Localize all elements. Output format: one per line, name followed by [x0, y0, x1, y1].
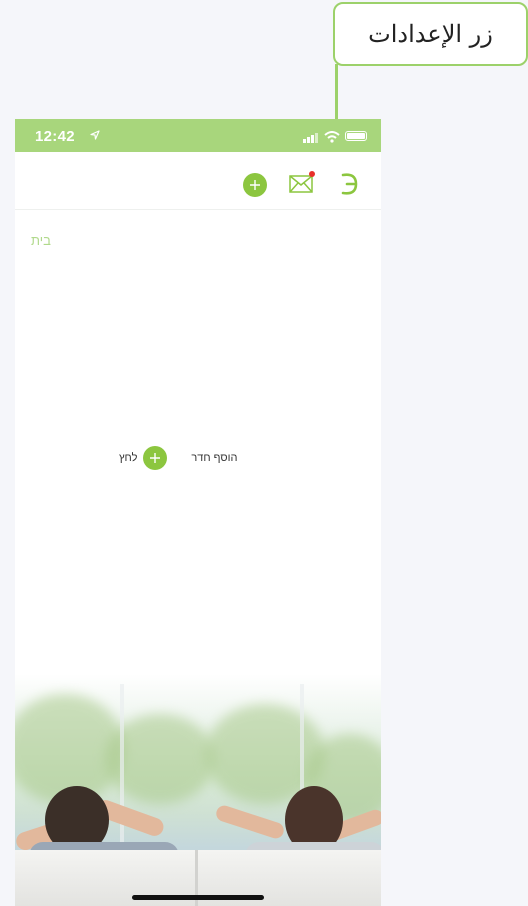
status-time: 12:42: [35, 128, 75, 145]
screenshot-page: زر الإعدادات 12:42 בית לחץ הוסף חדר: [0, 0, 528, 906]
settings-icon: [341, 173, 358, 195]
app-header: [15, 152, 381, 210]
envelope-icon: [289, 175, 313, 193]
add-room-hint: לחץ הוסף חדר: [119, 443, 237, 473]
wifi-icon: [324, 131, 340, 143]
messages-button[interactable]: [289, 171, 315, 194]
settings-button[interactable]: [338, 170, 362, 198]
family-background-image: [15, 674, 381, 906]
status-bar: 12:42: [15, 119, 381, 152]
location-arrow-icon: [90, 130, 100, 140]
cellular-signal-icon: [303, 133, 319, 143]
home-indicator[interactable]: [132, 895, 264, 900]
settings-callout: زر الإعدادات: [333, 2, 528, 66]
home-label: בית: [31, 233, 51, 248]
add-room-hint-press: לחץ: [119, 452, 138, 464]
plus-icon: [150, 453, 161, 463]
add-room-button[interactable]: [143, 446, 168, 470]
battery-icon: [345, 131, 367, 141]
phone-screen: 12:42 בית לחץ הוסף חדר: [15, 119, 381, 906]
add-button[interactable]: [243, 173, 267, 197]
callout-text: زر الإعدادات: [368, 20, 493, 48]
notification-dot: [309, 171, 315, 177]
add-room-hint-text: הוסף חדר: [191, 452, 238, 464]
plus-icon: [250, 180, 260, 190]
